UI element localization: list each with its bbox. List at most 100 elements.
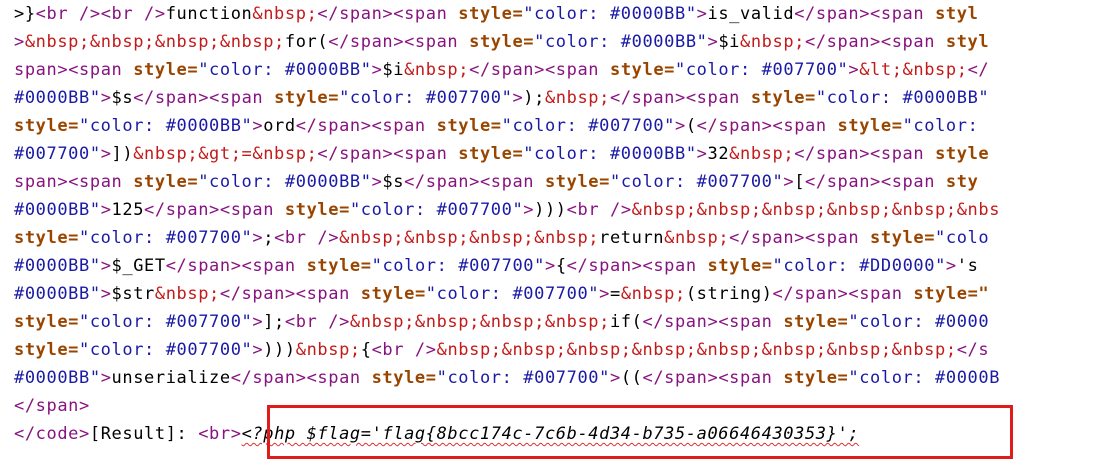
attribute-value-token: "color: #0000BB" [815, 88, 990, 108]
tag-token: <br /> [284, 312, 350, 332]
source-line: >}<br /><br />function&nbsp;</span><span… [14, 0, 978, 28]
source-line: #0000BB">$str&nbsp;</span><span style="c… [14, 280, 989, 308]
attribute-token: style= [306, 256, 372, 276]
entity-token: &nbsp;&nbsp;&nbsp;&nbsp; [349, 312, 610, 332]
source-line: span><span style="color: #0000BB">$s</sp… [14, 168, 978, 196]
entity-token: &nbsp;&nbsp;&nbsp;&nbsp;&nbsp;&nbsp;&nbs… [436, 340, 957, 360]
attribute-value-token: "color: #0000BB" [79, 116, 253, 136]
tag-token: </span> [805, 172, 881, 192]
tag-token: <span [772, 116, 838, 136]
attribute-token: style= [458, 4, 524, 24]
tag-token: <br /> [566, 200, 632, 220]
attribute-token: style= [750, 88, 816, 108]
text-token: $_GET [111, 256, 166, 276]
tag-token: </span> [696, 116, 773, 136]
attribute-value-token: "color: #0000BB" [523, 4, 697, 24]
attribute-token: style= [14, 116, 80, 136]
flag-highlight-box [267, 405, 1013, 459]
attribute-value-token: "color: #007700" [79, 312, 253, 332]
tag-token: <span [68, 60, 134, 80]
text-token: function [165, 4, 253, 24]
text-token: $i [718, 32, 740, 52]
text-token: $i [382, 60, 405, 80]
attribute-token: styl [945, 32, 990, 52]
tag-token: </ [967, 60, 990, 80]
tag-token: </code> [14, 424, 90, 444]
tag-token: > [252, 340, 264, 360]
entity-token: &nbsp;&nbsp;&nbsp;&nbsp;&nbsp;&nbs [631, 200, 1001, 220]
entity-token: &nbsp; [252, 4, 318, 24]
entity-token: &nbsp;&nbsp;&nbsp;&nbsp; [24, 32, 285, 52]
source-line: #0000BB">unserialize</span><span style="… [14, 364, 1000, 392]
tag-token: <br> [198, 424, 242, 444]
tag-token: </span> [317, 4, 394, 24]
attribute-token: style= [837, 116, 903, 136]
tag-token: </span> [469, 60, 545, 80]
source-line: style="color: #007700">];<br />&nbsp;&nb… [14, 308, 989, 336]
attribute-value-token: "color: #007700" [675, 60, 849, 80]
tag-token: </span> [328, 32, 405, 52]
source-line: </span> [14, 392, 90, 420]
tag-token: > [252, 116, 264, 136]
tag-token: </span> [14, 396, 90, 416]
attribute-value-token: "color: #0000B [848, 368, 1001, 388]
text-token: = [609, 284, 621, 304]
attribute-token: style= [133, 172, 199, 192]
tag-token: <span [848, 284, 914, 304]
attribute-value-token: "color: #007700" [501, 116, 675, 136]
tag-token: </span> [794, 144, 871, 164]
attribute-token: style= [707, 256, 773, 276]
tag-token: <span [870, 4, 936, 24]
tag-token: <span [544, 60, 610, 80]
tag-token: > [707, 32, 719, 52]
tag-token: > [252, 228, 264, 248]
attribute-value-token: "color: #007700" [339, 88, 513, 108]
text-token: { [360, 340, 372, 360]
attribute-token: style= [469, 32, 535, 52]
text-token: 's [956, 256, 979, 276]
attribute-token: style= [133, 60, 199, 80]
tag-token: <br /> [371, 340, 437, 360]
tag-token: </span> [317, 144, 394, 164]
text-token: ]) [111, 144, 134, 164]
attribute-value-token: "color: #0000 [848, 312, 990, 332]
tag-token: <span [685, 88, 751, 108]
entity-token: &nbsp;&gt;= [133, 144, 253, 164]
tag-token: <span [393, 4, 459, 24]
source-line: #0000BB">$s</span><span style="color: #0… [14, 84, 989, 112]
text-token: 32 [707, 144, 730, 164]
tag-token: <br /> [35, 4, 101, 24]
attribute-value-token: "color: #007700" [371, 256, 545, 276]
entity-token: &nbsp; [620, 284, 686, 304]
entity-token: &nbsp; [404, 60, 470, 80]
tag-token: > [100, 200, 112, 220]
attribute-token: style= [436, 116, 502, 136]
tag-token: </span> [404, 172, 480, 192]
attribute-value-token: "color: #007700" [79, 228, 253, 248]
text-token: ; [263, 228, 275, 248]
text-token: is_valid [707, 4, 795, 24]
tag-token: <br /> [274, 228, 340, 248]
tag-token: <span [393, 144, 459, 164]
entity-token: &nbsp;&nbsp;&nbsp;&nbsp; [339, 228, 600, 248]
text-token: ]; [263, 312, 285, 332]
tag-token: <span [642, 256, 708, 276]
attribute-token: style= [544, 172, 610, 192]
attribute-token: style= [870, 228, 936, 248]
tag-token: > [371, 172, 383, 192]
source-line: style="color: #0000BB">ord</span><span s… [14, 112, 978, 140]
attribute-token: style= [14, 228, 80, 248]
attribute-token: style= [14, 340, 80, 360]
tag-token: > [945, 256, 957, 276]
text-token: [ [794, 172, 806, 192]
attribute-token: style= [371, 368, 437, 388]
attribute-token: style= [783, 368, 849, 388]
entity-token: &nbsp; [729, 144, 795, 164]
tag-token: <span [68, 172, 134, 192]
tag-token: </span> [609, 88, 686, 108]
tag-token: > [523, 200, 535, 220]
source-line: style="color: #007700">)))&nbsp;{<br />&… [14, 336, 989, 364]
tag-token: > [599, 284, 610, 304]
text-token: [Result]: [89, 424, 199, 444]
text-token: 125 [111, 200, 145, 220]
